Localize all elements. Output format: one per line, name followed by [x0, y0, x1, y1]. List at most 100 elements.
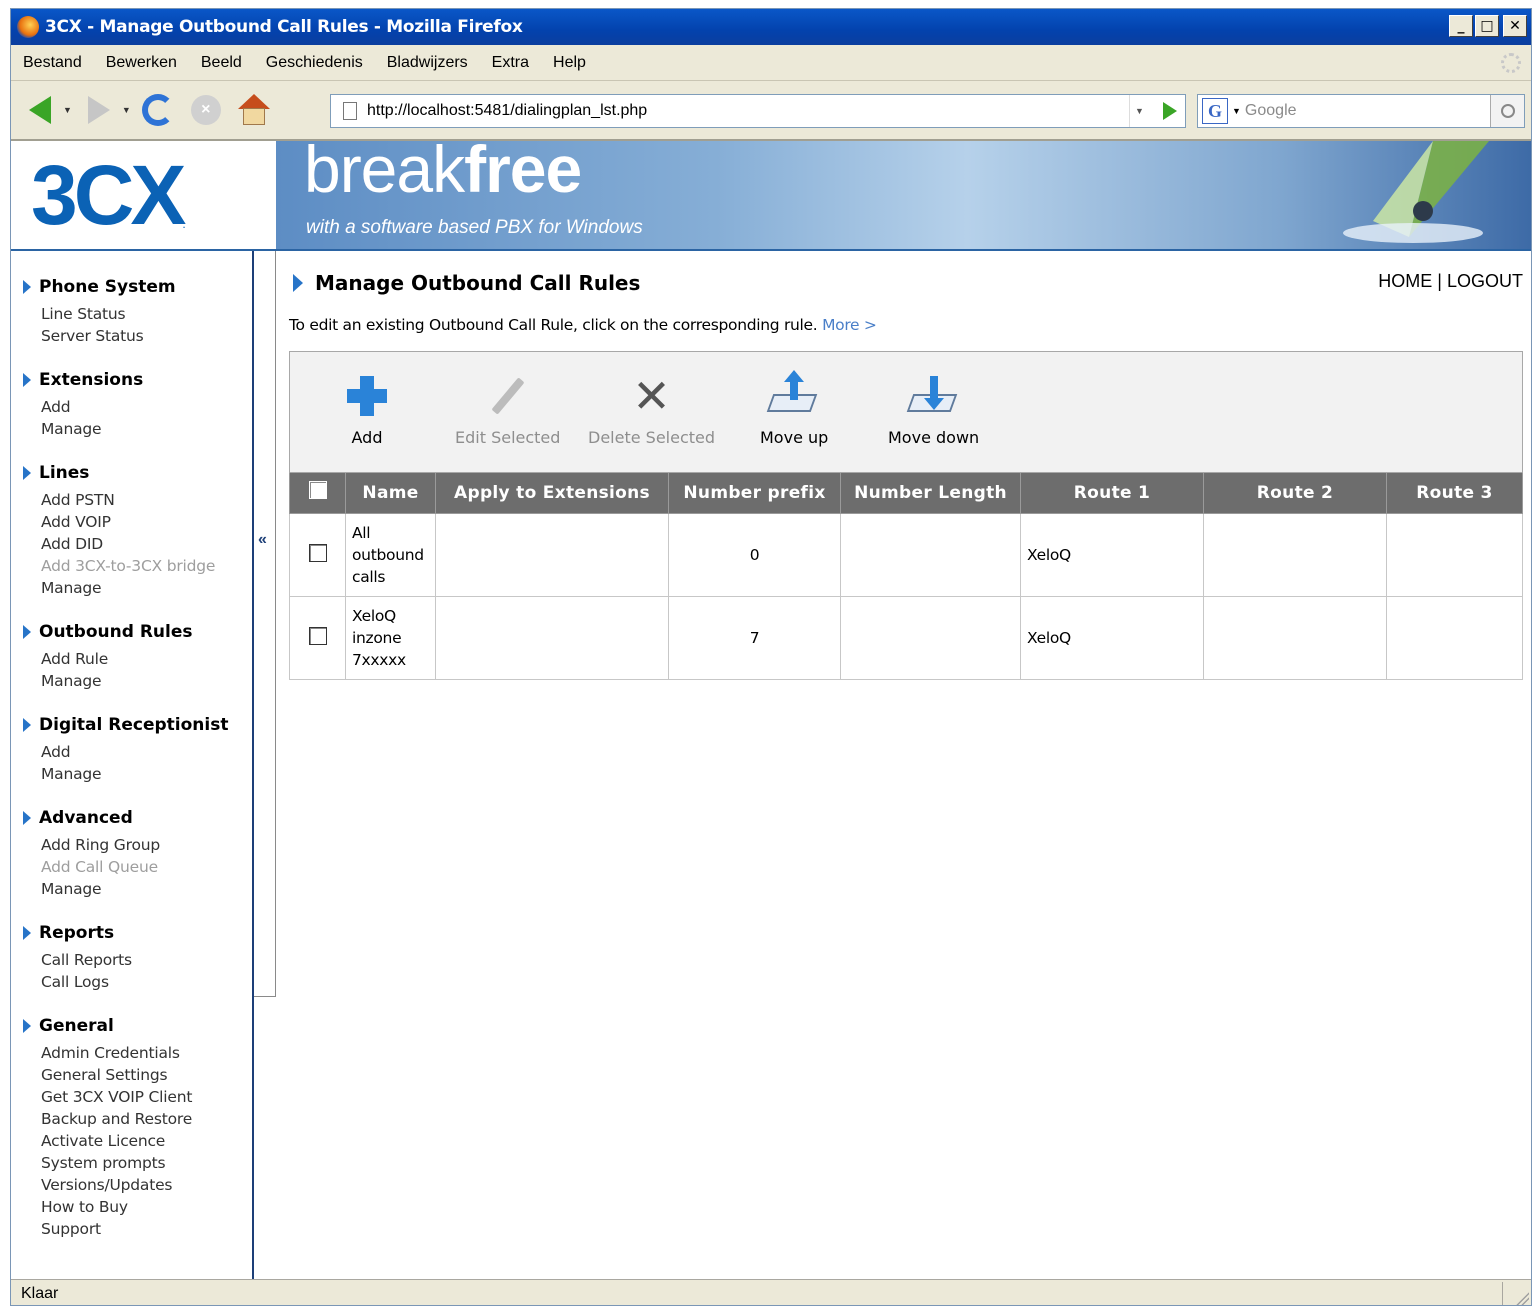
- sidebar-section-advanced[interactable]: Advanced: [23, 808, 160, 828]
- go-arrow-icon[interactable]: [1163, 102, 1177, 120]
- menu-bladwijzers[interactable]: Bladwijzers: [375, 54, 480, 72]
- move-down-button[interactable]: Move down: [888, 372, 979, 447]
- back-button[interactable]: [21, 91, 59, 129]
- route-1-cell: XeloQ: [1020, 512, 1204, 597]
- sidebar-link-admin-credentials[interactable]: Admin Credentials: [41, 1042, 192, 1064]
- logout-link[interactable]: LOGOUT: [1447, 271, 1523, 291]
- sidebar-link-add-extension[interactable]: Add: [41, 396, 143, 418]
- sidebar-link-activate-licence[interactable]: Activate Licence: [41, 1130, 192, 1152]
- sidebar-section-outbound-rules[interactable]: Outbound Rules: [23, 622, 193, 642]
- sidebar-section-general[interactable]: General: [23, 1016, 192, 1036]
- google-engine-icon[interactable]: G: [1202, 98, 1228, 124]
- sidebar-link-call-logs[interactable]: Call Logs: [41, 971, 132, 993]
- sidebar-link-add-did[interactable]: Add DID: [41, 533, 215, 555]
- header-route-1[interactable]: Route 1: [1020, 473, 1204, 514]
- more-link[interactable]: More >: [822, 316, 877, 334]
- maximize-button[interactable]: □: [1475, 15, 1499, 37]
- edit-selected-button[interactable]: Edit Selected: [455, 372, 560, 447]
- sidebar-link-manage-receptionists[interactable]: Manage: [41, 763, 228, 785]
- sidebar-link-voip-client[interactable]: Get 3CX VOIP Client: [41, 1086, 192, 1108]
- sidebar-link-call-reports[interactable]: Call Reports: [41, 949, 132, 971]
- sidebar-link-manage-advanced[interactable]: Manage: [41, 878, 160, 900]
- menu-extra[interactable]: Extra: [480, 54, 541, 72]
- logo[interactable]: 3CX .: [11, 141, 276, 249]
- sidebar-link-system-prompts[interactable]: System prompts: [41, 1152, 192, 1174]
- sidebar-link-add-voip[interactable]: Add VOIP: [41, 511, 215, 533]
- hero-headline-bold: free: [464, 141, 582, 206]
- menu-bestand[interactable]: Bestand: [11, 54, 94, 72]
- move-up-button[interactable]: Move up: [760, 370, 828, 447]
- sidebar-link-add-ring-group[interactable]: Add Ring Group: [41, 834, 160, 856]
- url-text[interactable]: http://localhost:5481/dialingplan_lst.ph…: [367, 102, 647, 120]
- back-history-dropdown[interactable]: ▼: [63, 105, 72, 115]
- resize-grip-icon[interactable]: [1513, 1289, 1529, 1305]
- collapse-icon[interactable]: «: [258, 531, 267, 549]
- sidebar-link-manage-rules[interactable]: Manage: [41, 670, 193, 692]
- triangle-icon: [23, 373, 31, 387]
- table-row[interactable]: All outbound calls 0 XeloQ: [289, 512, 1523, 597]
- menu-geschiedenis[interactable]: Geschiedenis: [254, 54, 375, 72]
- home-link[interactable]: HOME: [1378, 271, 1432, 291]
- sidebar-section-title: Advanced: [39, 808, 133, 828]
- sidebar-collapse-handle[interactable]: «: [254, 251, 276, 997]
- rule-name-cell[interactable]: XeloQ inzone 7xxxxx: [345, 595, 436, 680]
- sidebar-section-digital-receptionist[interactable]: Digital Receptionist: [23, 715, 228, 735]
- table-row[interactable]: XeloQ inzone 7xxxxx 7 XeloQ: [289, 595, 1523, 680]
- url-history-dropdown[interactable]: ▼: [1129, 95, 1149, 127]
- search-placeholder[interactable]: Google: [1245, 102, 1297, 120]
- url-bar[interactable]: http://localhost:5481/dialingplan_lst.ph…: [330, 94, 1186, 128]
- sidebar-link-manage-lines[interactable]: Manage: [41, 577, 215, 599]
- engine-dropdown[interactable]: ▼: [1232, 106, 1241, 116]
- sidebar-link-support[interactable]: Support: [41, 1218, 192, 1240]
- forward-button[interactable]: [80, 91, 118, 129]
- sidebar-link-add-pstn[interactable]: Add PSTN: [41, 489, 215, 511]
- stop-button[interactable]: ×: [187, 91, 225, 129]
- sidebar-section-reports[interactable]: Reports: [23, 923, 132, 943]
- sidebar-link-manage-extensions[interactable]: Manage: [41, 418, 143, 440]
- hero-tagline: with a software based PBX for Windows: [306, 217, 643, 238]
- triangle-icon: [23, 466, 31, 480]
- sidebar-link-add-receptionist[interactable]: Add: [41, 741, 228, 763]
- header-route-2[interactable]: Route 2: [1203, 473, 1387, 514]
- header-name[interactable]: Name: [345, 473, 436, 514]
- sidebar-link-add-rule[interactable]: Add Rule: [41, 648, 193, 670]
- search-bar[interactable]: G ▼ Google: [1197, 94, 1525, 128]
- search-button[interactable]: [1490, 95, 1524, 127]
- intro-sentence: To edit an existing Outbound Call Rule, …: [289, 316, 818, 334]
- sidebar-section-phone-system[interactable]: Phone System: [23, 277, 176, 297]
- sidebar-link-versions-updates[interactable]: Versions/Updates: [41, 1174, 192, 1196]
- sidebar-link-server-status[interactable]: Server Status: [41, 325, 176, 347]
- sidebar-link-line-status[interactable]: Line Status: [41, 303, 176, 325]
- reload-button[interactable]: [139, 91, 177, 129]
- menu-bewerken[interactable]: Bewerken: [94, 54, 189, 72]
- row-checkbox[interactable]: [308, 543, 327, 562]
- home-icon: [237, 94, 270, 126]
- home-button[interactable]: [235, 91, 273, 129]
- rule-name-line: All: [352, 523, 371, 542]
- sidebar-link-backup-restore[interactable]: Backup and Restore: [41, 1108, 192, 1130]
- header-number-length[interactable]: Number Length: [840, 473, 1021, 514]
- sidebar-section-extensions[interactable]: Extensions: [23, 370, 143, 390]
- sidebar-link-general-settings[interactable]: General Settings: [41, 1064, 192, 1086]
- select-all-checkbox[interactable]: [308, 481, 327, 500]
- add-button[interactable]: Add: [342, 372, 392, 447]
- table-header-row: Name Apply to Extensions Number prefix N…: [289, 473, 1523, 514]
- header-route-3[interactable]: Route 3: [1386, 473, 1523, 514]
- firefox-icon: [17, 16, 39, 38]
- header-apply-to-extensions[interactable]: Apply to Extensions: [435, 473, 669, 514]
- logo-mark: .: [182, 217, 186, 231]
- menu-beeld[interactable]: Beeld: [189, 54, 254, 72]
- row-checkbox[interactable]: [308, 626, 327, 645]
- number-length-cell: [840, 595, 1021, 680]
- sidebar-section-lines[interactable]: Lines: [23, 463, 215, 483]
- rule-name-cell[interactable]: All outbound calls: [345, 512, 436, 597]
- menu-help[interactable]: Help: [541, 54, 598, 72]
- throbber-icon: [1501, 53, 1521, 73]
- number-prefix-cell: 7: [668, 595, 841, 680]
- delete-selected-button[interactable]: ✕ Delete Selected: [588, 372, 715, 447]
- close-button[interactable]: ✕: [1503, 15, 1527, 37]
- forward-history-dropdown[interactable]: ▼: [122, 105, 131, 115]
- sidebar-link-how-to-buy[interactable]: How to Buy: [41, 1196, 192, 1218]
- minimize-button[interactable]: _: [1449, 15, 1473, 37]
- header-number-prefix[interactable]: Number prefix: [668, 473, 841, 514]
